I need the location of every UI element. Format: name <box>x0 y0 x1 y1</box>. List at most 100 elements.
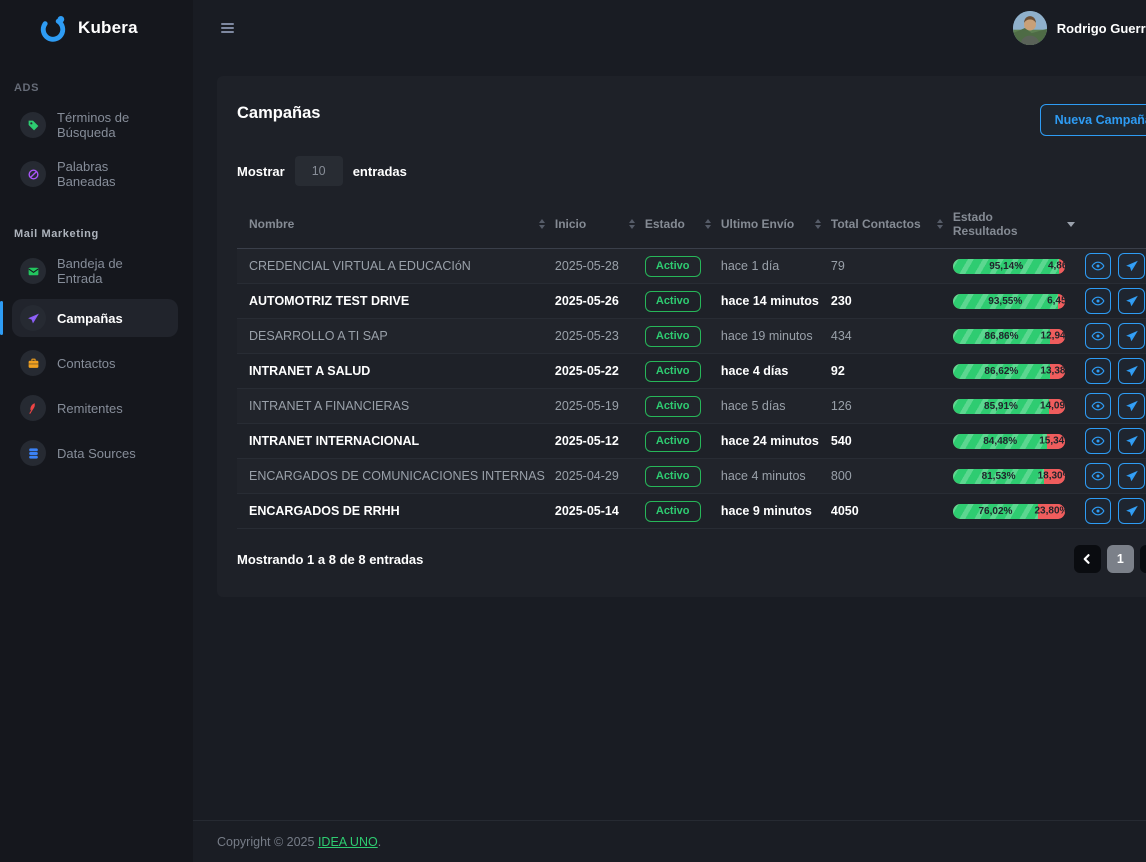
new-campaign-button[interactable]: Nueva Campaña <box>1040 104 1146 136</box>
eye-icon <box>1091 259 1105 273</box>
send-plane-icon <box>1125 469 1139 483</box>
campaign-status-cell: Activo <box>645 291 721 312</box>
results-progress-bar: 85,91% 14,09% <box>953 399 1065 414</box>
results-progress-bar: 76,02% 23,80% <box>953 504 1065 519</box>
entries-select-value: 10 <box>312 164 326 178</box>
view-button[interactable] <box>1085 393 1112 419</box>
brand-name: Kubera <box>78 18 138 38</box>
campaign-results-cell: 93,55% 6,45% <box>953 294 1085 309</box>
sidebar-item-label: Términos de Búsqueda <box>57 110 170 140</box>
campaign-total-contacts: 4050 <box>831 504 953 518</box>
sort-desc-icon <box>1067 222 1075 227</box>
sidebar-item-data-sources[interactable]: Data Sources <box>12 434 178 472</box>
sidebar-item-label: Data Sources <box>57 446 136 461</box>
entries-select[interactable]: 10 <box>295 156 343 186</box>
fail-segment: 13,38% <box>1050 364 1065 379</box>
column-label: Ultimo Envío <box>721 217 794 231</box>
send-plane-icon <box>1125 259 1139 273</box>
results-progress-bar: 95,14% 4,86% <box>953 259 1065 274</box>
briefcase-icon <box>20 350 46 376</box>
sidebar-item-remitentes[interactable]: Remitentes <box>12 389 178 427</box>
results-progress-bar: 81,53% 18,30% <box>953 469 1065 484</box>
next-page-button[interactable] <box>1140 545 1146 573</box>
column-header-nombre[interactable]: Nombre <box>249 217 555 231</box>
sidebar-item-label: Campañas <box>57 311 123 326</box>
view-button[interactable] <box>1085 253 1112 279</box>
send-button[interactable] <box>1118 393 1145 419</box>
column-header-total-contactos[interactable]: Total Contactos <box>831 217 953 231</box>
fail-segment: 18,30% <box>1044 469 1065 484</box>
column-header-estado[interactable]: Estado <box>645 217 721 231</box>
menu-icon[interactable] <box>217 19 238 37</box>
sidebar-item-contactos[interactable]: Contactos <box>12 344 178 382</box>
copyright-suffix: . <box>378 835 381 849</box>
table-footer: Mostrando 1 a 8 de 8 entradas 1 <box>237 545 1146 573</box>
column-label: Nombre <box>249 217 294 231</box>
send-button[interactable] <box>1118 428 1145 454</box>
campaign-start-date: 2025-05-23 <box>555 329 645 343</box>
view-button[interactable] <box>1085 288 1112 314</box>
campaign-actions <box>1085 498 1146 524</box>
view-button[interactable] <box>1085 498 1112 524</box>
view-button[interactable] <box>1085 428 1112 454</box>
campaign-start-date: 2025-05-26 <box>555 294 645 308</box>
column-header-inicio[interactable]: Inicio <box>555 217 645 231</box>
column-header-estado-resultados[interactable]: Estado Resultados <box>953 210 1085 238</box>
campaign-actions <box>1085 288 1146 314</box>
section-label-mail-marketing: Mail Marketing <box>0 220 193 250</box>
table-body: CREDENCIAL VIRTUAL A EDUCACIóN 2025-05-2… <box>237 249 1146 529</box>
table-row: ENCARGADOS DE COMUNICACIONES INTERNAS 20… <box>237 459 1146 494</box>
sidebar-item-label: Bandeja de Entrada <box>57 256 170 286</box>
success-segment: 84,48% <box>953 434 1048 449</box>
column-label: Estado Resultados <box>953 210 1061 238</box>
success-segment: 95,14% <box>953 259 1060 274</box>
campaign-total-contacts: 92 <box>831 364 953 378</box>
campaign-results-cell: 85,91% 14,09% <box>953 399 1085 414</box>
sidebar-item-campanas[interactable]: Campañas <box>12 299 178 337</box>
campaign-results-cell: 86,86% 12,94% <box>953 329 1085 344</box>
sidebar-item-bandeja-de-entrada[interactable]: Bandeja de Entrada <box>12 250 178 292</box>
idea-uno-link[interactable]: IDEA UNO <box>318 835 378 849</box>
campaign-actions <box>1085 428 1146 454</box>
sidebar-item-terminos-de-busqueda[interactable]: Términos de Búsqueda <box>12 104 178 146</box>
sidebar-item-palabras-baneadas[interactable]: Palabras Baneadas <box>12 153 178 195</box>
campaign-name: INTRANET A SALUD <box>249 364 555 378</box>
view-button[interactable] <box>1085 323 1112 349</box>
campaign-last-sent: hace 4 días <box>721 364 831 378</box>
send-button[interactable] <box>1118 463 1145 489</box>
results-progress-bar: 84,48% 15,34% <box>953 434 1065 449</box>
brand-logo[interactable]: Kubera <box>0 0 193 56</box>
send-button[interactable] <box>1118 288 1145 314</box>
pagination: 1 <box>1074 545 1146 573</box>
sort-icon <box>705 219 711 229</box>
campaign-results-cell: 81,53% 18,30% <box>953 469 1085 484</box>
fail-percent: 18,30% <box>1038 471 1065 482</box>
campaign-status-cell: Activo <box>645 431 721 452</box>
page-1-button[interactable]: 1 <box>1107 545 1134 573</box>
fail-percent: 4,86% <box>1048 261 1065 272</box>
campaign-results-cell: 86,62% 13,38% <box>953 364 1085 379</box>
page-title: Campañas <box>237 104 320 123</box>
send-button[interactable] <box>1118 358 1145 384</box>
send-button[interactable] <box>1118 253 1145 279</box>
view-button[interactable] <box>1085 463 1112 489</box>
column-label: Estado <box>645 217 685 231</box>
section-label-ads: ADS <box>0 74 193 104</box>
send-button[interactable] <box>1118 498 1145 524</box>
status-badge: Activo <box>645 361 701 382</box>
sidebar-item-label: Palabras Baneadas <box>57 159 170 189</box>
inbox-envelope-icon <box>20 258 46 284</box>
sidebar-item-label: Remitentes <box>57 401 123 416</box>
user-menu[interactable]: Rodrigo Guerrero <box>1013 11 1146 45</box>
view-button[interactable] <box>1085 358 1112 384</box>
eye-icon <box>1091 329 1105 343</box>
sidebar-items: Bandeja de Entrada Campañas Contactos <box>0 250 193 472</box>
success-percent: 81,53% <box>982 471 1016 482</box>
campaign-name: INTRANET INTERNACIONAL <box>249 434 555 448</box>
sidebar: Kubera ADS Términos de Búsqueda Palabras… <box>0 0 193 862</box>
prev-page-button[interactable] <box>1074 545 1101 573</box>
column-header-ultimo-envio[interactable]: Ultimo Envío <box>721 217 831 231</box>
send-button[interactable] <box>1118 323 1145 349</box>
results-progress-bar: 86,62% 13,38% <box>953 364 1065 379</box>
app-root: Kubera ADS Términos de Búsqueda Palabras… <box>0 0 1146 862</box>
